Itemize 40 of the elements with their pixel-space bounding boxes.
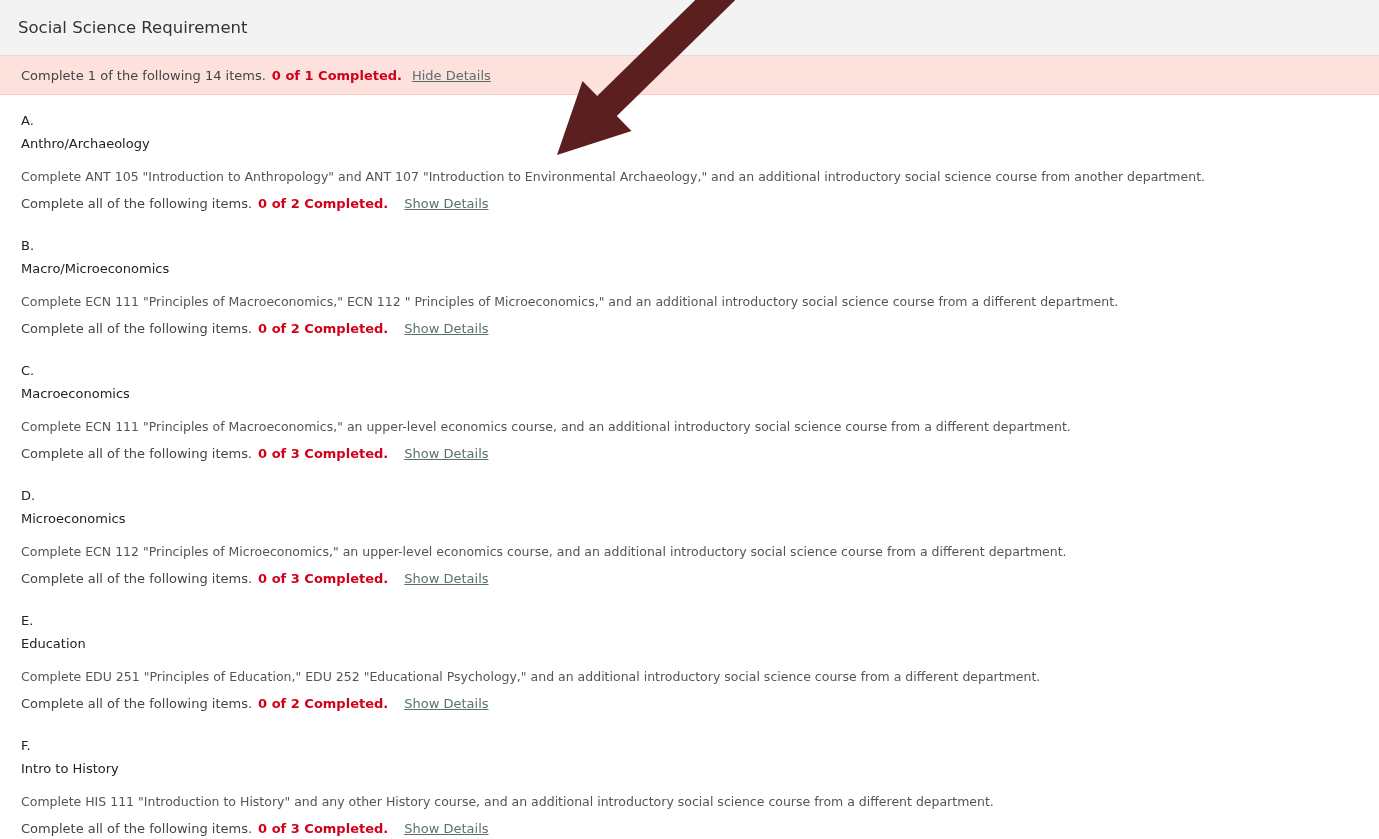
- item-description: Complete ECN 112 "Principles of Microeconomics," an upper-level economics course, and an additional introductory social science course from a different department.: [21, 543, 1068, 561]
- section-title: Social Science Requirement: [18, 18, 248, 37]
- item-letter: A.: [21, 112, 35, 130]
- summary-text: Complete 1 of the following 14 items.: [21, 67, 266, 83]
- item-title: Intro to History: [21, 760, 120, 778]
- completion-status: 0 of 2 Completed.: [258, 195, 389, 211]
- item-description: Complete ECN 111 "Principles of Macroeconomics," ECN 112 " Principles of Microeconomics," and an additional introductory social science course from a different department.: [21, 293, 1120, 311]
- item-letter: C.: [21, 362, 36, 380]
- item-description: Complete HIS 111 "Introduction to History" and any other History course, and an additional introductory social science course from a different department.: [21, 793, 995, 811]
- item-letter: D.: [21, 487, 37, 505]
- show-details-link[interactable]: Show Details: [404, 445, 489, 461]
- rule-text: Complete all of the following items.: [21, 570, 253, 586]
- completion-status: 0 of 1 Completed.: [271, 67, 402, 83]
- rule-text: Complete all of the following items.: [21, 445, 253, 461]
- completion-status: 0 of 3 Completed.: [258, 820, 389, 836]
- completion-status: 0 of 3 Completed.: [258, 570, 389, 586]
- rule-text: Complete all of the following items.: [21, 695, 253, 711]
- show-details-link[interactable]: Show Details: [404, 570, 489, 586]
- item-title: Macro/Microeconomics: [21, 260, 171, 278]
- completion-status: 0 of 3 Completed.: [258, 445, 389, 461]
- show-details-link[interactable]: Show Details: [404, 695, 489, 711]
- item-description: Complete ANT 105 "Introduction to Anthropology" and ANT 107 "Introduction to Environmental Archaeology," and an additional introductory social science course from another department.: [21, 168, 1207, 186]
- hide-details-link[interactable]: Hide Details: [412, 67, 491, 83]
- show-details-link[interactable]: Show Details: [404, 820, 489, 836]
- show-details-link[interactable]: Show Details: [404, 320, 489, 336]
- item-description: Complete ECN 111 "Principles of Macroeconomics," an upper-level economics course, and an additional introductory social science course from a different department.: [21, 418, 1072, 436]
- rule-text: Complete all of the following items.: [21, 320, 253, 336]
- item-letter: E.: [21, 612, 35, 630]
- item-letter: B.: [21, 237, 36, 255]
- rule-text: Complete all of the following items.: [21, 820, 253, 836]
- item-letter: F.: [21, 737, 32, 755]
- rule-text: Complete all of the following items.: [21, 195, 253, 211]
- completion-status: 0 of 2 Completed.: [258, 695, 389, 711]
- completion-status: 0 of 2 Completed.: [258, 320, 389, 336]
- item-title: Education: [21, 635, 87, 653]
- item-description: Complete EDU 251 "Principles of Education," EDU 252 "Educational Psychology," and an additional introductory social science course from a different department.: [21, 668, 1042, 686]
- show-details-link[interactable]: Show Details: [404, 195, 489, 211]
- item-title: Microeconomics: [21, 510, 127, 528]
- item-title: Macroeconomics: [21, 385, 131, 403]
- item-title: Anthro/Archaeology: [21, 135, 151, 153]
